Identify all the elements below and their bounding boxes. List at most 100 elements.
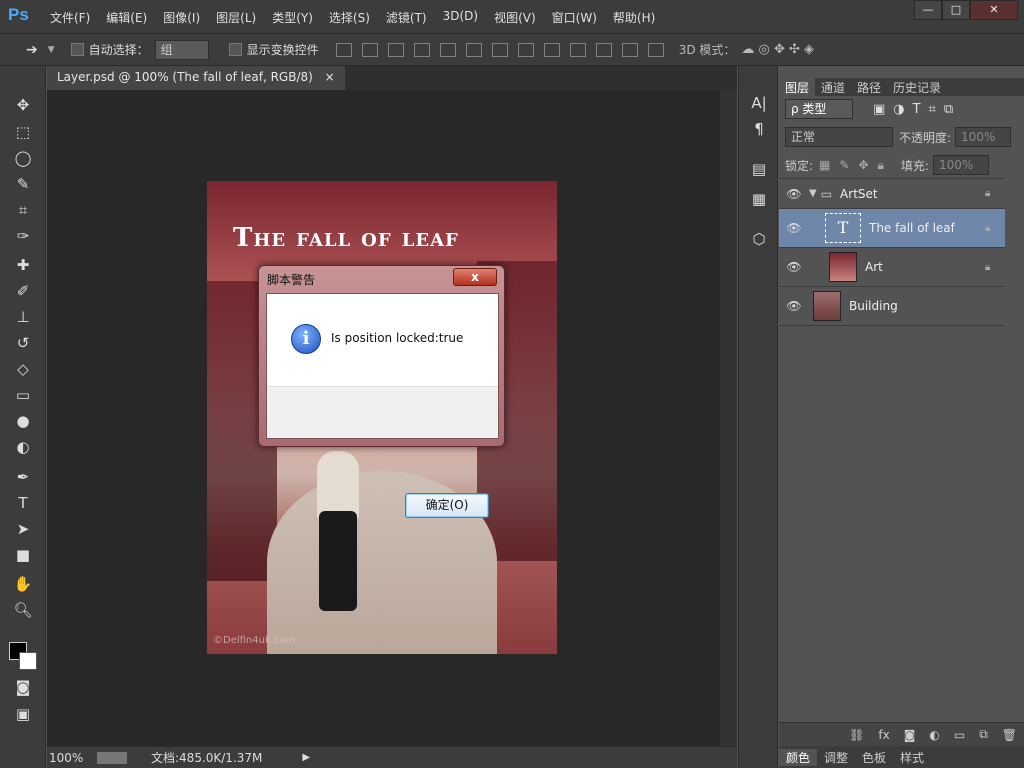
- visibility-eye-icon[interactable]: 👁︎: [779, 221, 809, 235]
- visibility-eye-icon[interactable]: 👁︎: [779, 260, 809, 274]
- minimize-button[interactable]: —: [914, 0, 942, 20]
- gradient-tool-icon[interactable]: ▭: [10, 384, 36, 406]
- layer-row-building[interactable]: 👁︎ Building: [779, 287, 1005, 326]
- pen-tool-icon[interactable]: ✒: [10, 466, 36, 488]
- tab-color[interactable]: 颜色: [779, 748, 818, 766]
- paragraph-panel-icon[interactable]: ¶: [747, 118, 771, 140]
- crop-tool-icon[interactable]: ⌗: [10, 199, 36, 221]
- filter-kind-dropdown[interactable]: ρ 类型: [785, 99, 853, 119]
- menu-filter[interactable]: 滤镜(T): [378, 9, 435, 26]
- add-mask-icon[interactable]: ◙: [904, 728, 916, 742]
- zoom-tool-icon[interactable]: 🔍︎: [10, 599, 36, 621]
- menu-edit[interactable]: 编辑(E): [98, 9, 155, 26]
- auto-align-icon[interactable]: [647, 42, 664, 57]
- stamp-tool-icon[interactable]: ⊥: [10, 306, 36, 328]
- lasso-tool-icon[interactable]: ◯: [10, 147, 36, 169]
- menu-file[interactable]: 文件(F): [42, 9, 98, 26]
- new-layer-icon[interactable]: ⧉: [979, 727, 988, 742]
- move-tool-icon[interactable]: ➔: [26, 42, 38, 58]
- align-buttons: [331, 42, 669, 57]
- move-tool-icon[interactable]: ✥: [10, 94, 36, 116]
- vertical-scrollbar[interactable]: [720, 90, 737, 746]
- background-color-swatch[interactable]: [19, 652, 37, 670]
- align-hcenter-icon[interactable]: [439, 42, 456, 57]
- blend-mode-dropdown[interactable]: 正常: [785, 127, 893, 147]
- menu-type[interactable]: 类型(Y): [264, 9, 321, 26]
- align-right-icon[interactable]: [465, 42, 482, 57]
- status-menu-arrow-icon[interactable]: ▶: [302, 752, 310, 763]
- layer-row-text[interactable]: 👁︎ T The fall of leaf 🔒︎: [779, 209, 1005, 248]
- align-top-icon[interactable]: [335, 42, 352, 57]
- dialog-close-button[interactable]: x: [453, 268, 497, 286]
- 3d-mode-icons[interactable]: ☁ ◎ ✥ ✣ ◈: [741, 42, 814, 57]
- 3d-panel-icon[interactable]: ⬡: [747, 228, 771, 250]
- distribute-vcenter-icon[interactable]: [517, 42, 534, 57]
- quick-select-tool-icon[interactable]: ✎: [10, 173, 36, 195]
- align-left-icon[interactable]: [413, 42, 430, 57]
- link-layers-icon[interactable]: ⛓: [849, 728, 864, 742]
- character-panel-icon[interactable]: A|: [747, 92, 771, 114]
- shape-tool-icon[interactable]: ■: [10, 544, 36, 566]
- tab-paths[interactable]: 路径: [851, 78, 887, 96]
- distribute-right-icon[interactable]: [621, 42, 638, 57]
- maximize-button[interactable]: □: [942, 0, 970, 20]
- type-tool-icon[interactable]: T: [10, 492, 36, 514]
- eyedropper-tool-icon[interactable]: ✑: [10, 225, 36, 247]
- brush-tool-icon[interactable]: ✐: [10, 280, 36, 302]
- document-tab[interactable]: Layer.psd @ 100% (The fall of leaf, RGB/…: [47, 66, 345, 90]
- marquee-tool-icon[interactable]: ⬚: [10, 121, 36, 143]
- menu-select[interactable]: 选择(S): [321, 9, 378, 26]
- auto-select-checkbox[interactable]: [70, 43, 84, 56]
- menu-window[interactable]: 窗口(W): [544, 9, 605, 26]
- chevron-down-icon[interactable]: ▼: [809, 188, 817, 199]
- layer-row-artset[interactable]: 👁︎ ▼ ▭ ArtSet 🔒︎: [779, 179, 1005, 209]
- menu-layer[interactable]: 图层(L): [208, 9, 264, 26]
- ok-button[interactable]: 确定(O): [405, 493, 489, 518]
- layer-row-art[interactable]: 👁︎ Art 🔒︎: [779, 248, 1005, 287]
- notes-panel-icon[interactable]: ▤: [747, 158, 771, 180]
- distribute-hcenter-icon[interactable]: [595, 42, 612, 57]
- menu-help[interactable]: 帮助(H): [605, 9, 663, 26]
- history-brush-icon[interactable]: ↺: [10, 332, 36, 354]
- close-button[interactable]: ✕: [970, 0, 1018, 20]
- lock-icons[interactable]: ▦✎✥🔒︎: [819, 158, 893, 173]
- layer-style-icon[interactable]: fx: [878, 728, 889, 742]
- tab-history[interactable]: 历史记录: [887, 78, 947, 96]
- show-transform-checkbox[interactable]: [228, 43, 242, 56]
- auto-select-dropdown[interactable]: 组: [154, 39, 209, 60]
- distribute-bottom-icon[interactable]: [543, 42, 560, 57]
- filter-icons[interactable]: ▣◑T⌗⧉: [873, 102, 961, 117]
- tab-channels[interactable]: 通道: [815, 78, 851, 96]
- zoom-level[interactable]: 100%: [49, 751, 89, 765]
- tab-styles[interactable]: 样式: [893, 749, 931, 766]
- menu-image[interactable]: 图像(I): [155, 9, 208, 26]
- close-tab-icon[interactable]: ×: [325, 70, 335, 84]
- menu-3d[interactable]: 3D(D): [435, 9, 486, 26]
- tab-swatches[interactable]: 色板: [855, 749, 893, 766]
- hand-tool-icon[interactable]: ✋: [10, 573, 36, 595]
- eraser-tool-icon[interactable]: ◇: [10, 358, 36, 380]
- dodge-tool-icon[interactable]: ◐: [10, 436, 36, 458]
- blur-tool-icon[interactable]: ●: [10, 410, 36, 432]
- align-bottom-icon[interactable]: [387, 42, 404, 57]
- chevron-down-icon[interactable]: ▼: [48, 45, 55, 55]
- tab-layers[interactable]: 图层: [779, 78, 816, 96]
- quick-mask-icon[interactable]: ◙: [10, 676, 36, 698]
- path-select-icon[interactable]: ➤: [10, 518, 36, 540]
- align-vcenter-icon[interactable]: [361, 42, 378, 57]
- distribute-left-icon[interactable]: [569, 42, 586, 57]
- fill-field[interactable]: 100%: [932, 155, 989, 175]
- healing-tool-icon[interactable]: ✚: [10, 254, 36, 276]
- opacity-field[interactable]: 100%: [955, 127, 1012, 147]
- proof-icon[interactable]: [97, 751, 127, 764]
- tab-adjustments[interactable]: 调整: [817, 749, 855, 766]
- new-group-icon[interactable]: ▭: [954, 728, 965, 742]
- visibility-eye-icon[interactable]: 👁︎: [779, 187, 809, 201]
- screen-mode-icon[interactable]: ▣: [10, 703, 36, 725]
- delete-layer-icon[interactable]: 🗑︎: [1002, 728, 1017, 742]
- distribute-top-icon[interactable]: [491, 42, 508, 57]
- adjustment-layer-icon[interactable]: ◐: [929, 728, 939, 742]
- visibility-eye-icon[interactable]: 👁︎: [779, 299, 809, 313]
- menu-view[interactable]: 视图(V): [486, 9, 544, 26]
- actions-panel-icon[interactable]: ▦: [747, 188, 771, 210]
